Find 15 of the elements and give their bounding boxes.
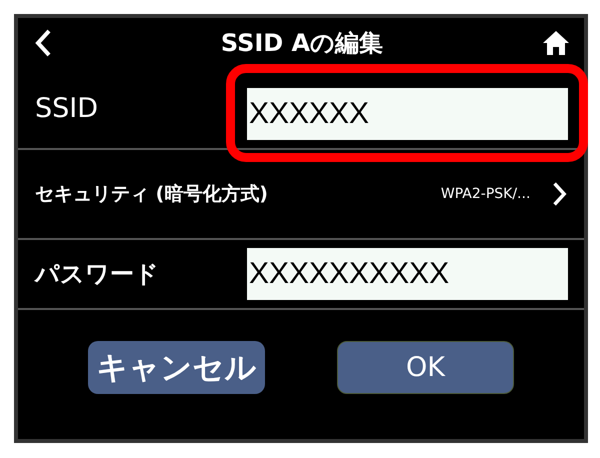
security-label: セキュリティ (暗号化方式) (35, 182, 269, 207)
ok-button[interactable]: OK (337, 341, 514, 394)
cancel-button[interactable]: キャンセル (88, 341, 265, 394)
home-button[interactable] (542, 30, 570, 56)
field-label: パスワード (35, 259, 160, 290)
security-row[interactable]: セキュリティ (暗号化方式) WPA2-PSK/... (18, 150, 584, 240)
back-icon (34, 28, 52, 58)
back-button[interactable] (34, 28, 52, 58)
input-field[interactable]: XXXXXX (247, 88, 568, 140)
home-icon (542, 30, 570, 56)
chevron-icon (552, 181, 568, 207)
security-value: WPA2-PSK/... (440, 186, 530, 202)
field-label: SSID (35, 92, 100, 124)
input-field[interactable]: XXXXXXXXXX (247, 248, 568, 300)
screen-title: SSID Aの編集 (220, 28, 384, 59)
